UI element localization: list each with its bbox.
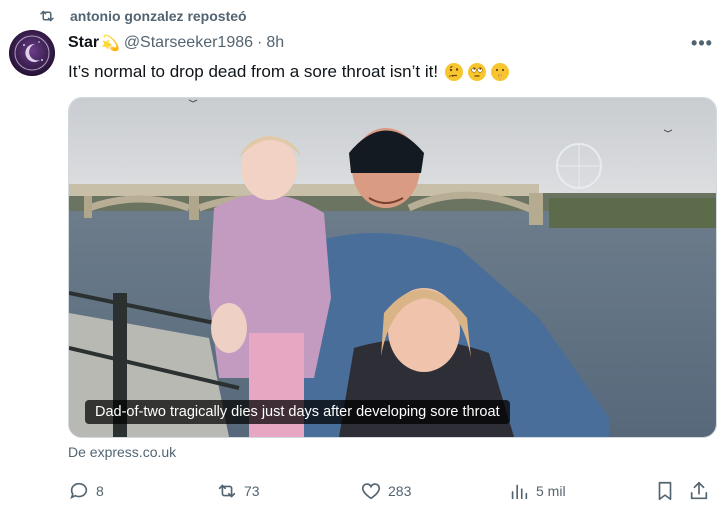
repost-icon	[40, 10, 54, 22]
views-button[interactable]: 5 mil	[508, 478, 566, 504]
repost-button[interactable]: 73	[216, 478, 260, 504]
image-caption: Dad-of-two tragically dies just days aft…	[85, 400, 510, 424]
tweet-time[interactable]: 8h	[266, 34, 284, 52]
more-options-icon[interactable]: •••	[690, 32, 714, 54]
share-button[interactable]	[688, 478, 710, 504]
link-source[interactable]: De express.co.uk	[68, 444, 176, 460]
repost-text: antonio gonzalez reposteó	[70, 8, 247, 24]
tweet-text: It’s normal to drop dead from a sore thr…	[68, 62, 510, 82]
avatar[interactable]	[9, 30, 55, 76]
bookmark-button[interactable]	[654, 478, 676, 504]
rolling-eyes-face-icon	[468, 63, 487, 81]
bookmark-icon	[658, 481, 672, 501]
repost-icon	[218, 484, 236, 498]
action-bar: 8 73 283 5 mil	[68, 478, 716, 504]
author-handle[interactable]: @Starseeker1986	[124, 34, 253, 52]
reply-icon	[70, 482, 88, 499]
author-name[interactable]: Star	[68, 34, 99, 52]
thinking-face-icon	[445, 63, 464, 81]
share-icon	[690, 481, 708, 500]
shushing-face-icon	[491, 63, 510, 81]
repost-indicator[interactable]: antonio gonzalez reposteó	[38, 6, 247, 26]
photo-illustration	[69, 98, 716, 437]
author-name-emoji: 💫	[101, 35, 120, 52]
tweet-header: Star 💫 @Starseeker1986 · 8h	[68, 34, 285, 52]
heart-icon	[361, 483, 381, 500]
like-button[interactable]: 283	[360, 478, 411, 504]
views-icon	[511, 484, 528, 500]
reply-count: 8	[96, 483, 104, 499]
tweet-image[interactable]: Dad-of-two tragically dies just days aft…	[68, 97, 717, 438]
tweet-body: It’s normal to drop dead from a sore thr…	[68, 62, 439, 81]
like-count: 283	[388, 483, 412, 499]
repost-count: 73	[244, 483, 260, 499]
reply-button[interactable]: 8	[68, 478, 104, 504]
view-count: 5 mil	[536, 483, 566, 499]
